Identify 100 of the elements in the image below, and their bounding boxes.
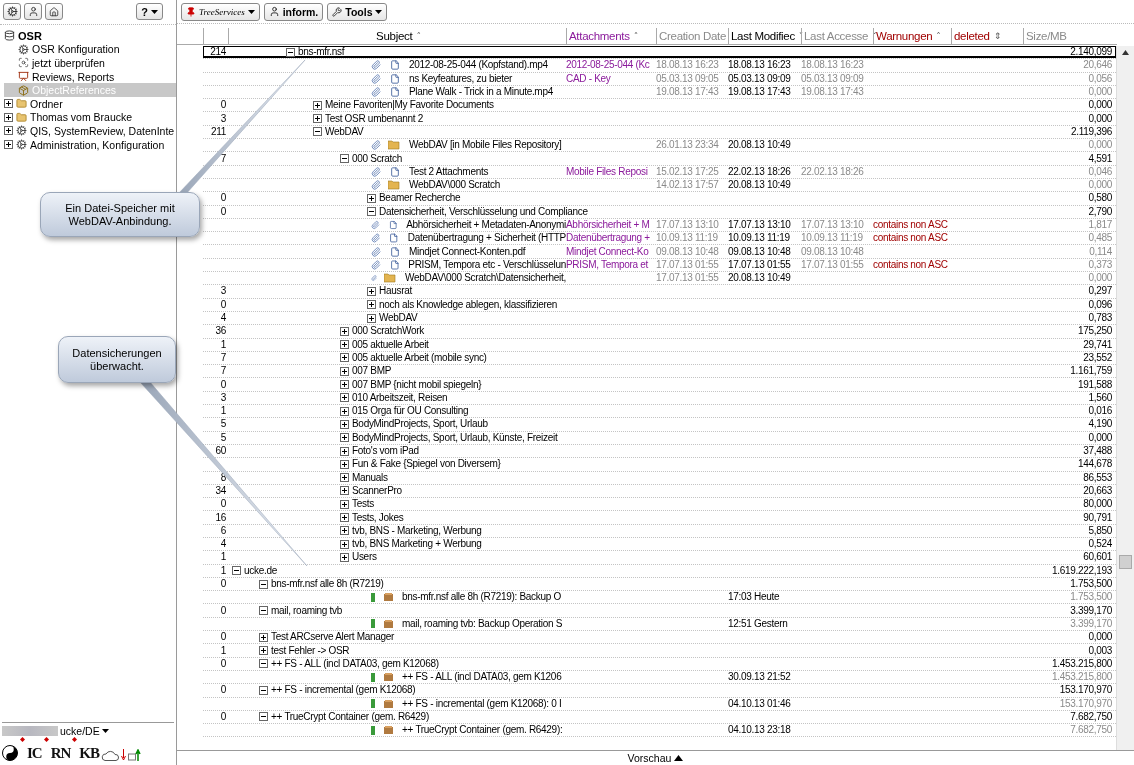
home-button[interactable]: [45, 3, 63, 20]
table-row[interactable]: 2012-08-25-044 (Kopfstand).mp4 2012-08-25-044 (Kc 18.08.13 16:23 18.08.13 16:23 18.08.13 16:23 20,646: [203, 59, 1116, 73]
sort-indicator[interactable]: ˄: [416, 31, 421, 41]
table-row[interactable]: 0 ++ FS - ALL (incl DATA03, gem K12068) 1.453.215,800: [203, 657, 1116, 671]
table-row[interactable]: WebDAV\000 Scratch\Datensicherheit, 17.07.13 01:55 20.08.13 10:49 0,000: [203, 272, 1116, 286]
expand-icon[interactable]: [367, 313, 376, 323]
table-row[interactable]: 3 Hausrat 0,297: [203, 285, 1116, 299]
collapse-icon[interactable]: [259, 712, 268, 722]
table-row[interactable]: 0 Beamer Recherche 0,580: [203, 192, 1116, 206]
table-row[interactable]: 0 Datensicherheit, Verschlüsselung und Compliance 2,790: [203, 205, 1116, 219]
expand-icon[interactable]: [340, 513, 349, 523]
table-row[interactable]: 0 ++ FS - incremental (gem K12068) 153.170,970: [203, 684, 1116, 698]
expand-icon[interactable]: [340, 446, 349, 456]
column-header[interactable]: Last Accesse: [804, 30, 869, 42]
expand-icon[interactable]: [340, 419, 349, 429]
tree-item[interactable]: Administration, Konfiguration: [4, 137, 176, 152]
tree-item[interactable]: Ordner: [4, 96, 176, 111]
preview-toggle[interactable]: Vorschau: [177, 750, 1134, 765]
expand-icon[interactable]: [340, 526, 349, 536]
table-row[interactable]: 36 000 ScratchWork 175,250: [203, 325, 1116, 339]
tree-item[interactable]: Reviews, Reports: [4, 69, 176, 84]
expand-icon[interactable]: [340, 552, 349, 562]
column-header[interactable]: Creation Date: [659, 30, 727, 42]
expand-icon[interactable]: [367, 287, 376, 296]
toolbar-button[interactable]: TreeServices: [181, 2, 260, 21]
tree-item[interactable]: OSR: [4, 29, 176, 43]
table-row[interactable]: Datenübertragung + Sicherheit (HTTPDatenübertragung + 10.09.13 11:19 10.09.13 11:19 10.09.13 11:19 contains non ASC 0,485: [203, 232, 1116, 246]
column-header[interactable]: Attachments: [569, 30, 630, 42]
user-dropdown[interactable]: ucke/DE: [60, 725, 100, 737]
column-header[interactable]: Warnungen: [876, 30, 933, 42]
table-row[interactable]: 0 noch als Knowledge ablegen, klassifizieren 0,096: [203, 298, 1116, 312]
cloud-icon[interactable]: [101, 750, 120, 761]
expand-icon[interactable]: [340, 473, 349, 483]
table-row[interactable]: 1 test Fehler -> OSR 0,003: [203, 644, 1116, 658]
collapse-icon[interactable]: [259, 659, 268, 669]
expand-icon[interactable]: [4, 112, 13, 122]
expand-icon[interactable]: [259, 632, 268, 642]
sort-indicator[interactable]: ˄: [633, 31, 639, 41]
expand-icon[interactable]: [340, 486, 349, 496]
table-row[interactable]: 3 010 Arbeitszeit, Reisen 1,560: [203, 391, 1116, 405]
expand-icon[interactable]: [340, 326, 349, 336]
expand-icon[interactable]: [4, 126, 13, 136]
down-arrow-icon[interactable]: [121, 749, 127, 761]
expand-icon[interactable]: [340, 380, 349, 390]
table-row[interactable]: 5 BodyMindProjects, Sport, Urlaub, Künste, Freizeit 0,000: [203, 431, 1116, 445]
sort-indicator[interactable]: ˅: [872, 31, 877, 41]
expand-icon[interactable]: [340, 366, 349, 376]
table-row[interactable]: 0 bns-mfr.nsf alle 8h (R7219) 1.753,500: [203, 577, 1116, 592]
status-button[interactable]: KB: [79, 746, 100, 761]
sort-indicator[interactable]: ⇕: [993, 31, 1002, 41]
table-row[interactable]: ns Keyfeatures, zu bieter CAD - Key 05.03.13 09:05 05.03.13 09:09 05.03.13 09:09 0,056: [203, 72, 1116, 86]
sort-indicator[interactable]: ˄: [936, 31, 941, 41]
collapse-icon[interactable]: [259, 685, 268, 695]
collapse-icon[interactable]: [259, 606, 268, 616]
expand-icon[interactable]: [367, 193, 376, 203]
tree-item[interactable]: OSR Konfiguration: [4, 42, 176, 57]
table-row[interactable]: mail, roaming tvb: Backup Operation S 12:51 Gestern 3.399,170: [203, 617, 1116, 632]
help-button[interactable]: ?: [136, 3, 163, 20]
table-row[interactable]: ++ FS - ALL (incl DATA03, gem K1206 30.09.13 21:52 1.453.215,800: [203, 670, 1116, 685]
table-row[interactable]: 5 BodyMindProjects, Sport, Urlaub 4,190: [203, 418, 1116, 432]
expand-icon[interactable]: [340, 459, 349, 469]
column-header[interactable]: Last Modifiec: [731, 30, 795, 42]
table-row[interactable]: 7 007 BMP 1.161,759: [203, 365, 1116, 379]
scrollbar[interactable]: [1116, 46, 1134, 750]
table-row[interactable]: 0 007 BMP {nicht mobil spiegeln} 191,588: [203, 378, 1116, 392]
settings-button[interactable]: [3, 3, 21, 20]
tree-item[interactable]: Thomas vom Braucke: [4, 110, 176, 125]
toolbar-button[interactable]: inform.: [263, 2, 324, 21]
expand-icon[interactable]: [340, 353, 349, 363]
expand-icon[interactable]: [4, 99, 13, 109]
table-row[interactable]: Mindjet Connect-Konten.pdf Mindjet Connect-Ko 09.08.13 10:48 09.08.13 10:48 09.08.13 10:48 0,114: [203, 245, 1116, 259]
yin-yang-icon[interactable]: [2, 745, 18, 761]
expand-icon[interactable]: [340, 406, 349, 416]
collapse-icon[interactable]: [367, 207, 376, 217]
table-row[interactable]: 1 015 Orga für OU Consulting 0,016: [203, 405, 1116, 419]
table-row[interactable]: 1 ucke.de 1.619.222,193: [203, 564, 1116, 578]
collapse-icon[interactable]: [232, 566, 241, 576]
column-header[interactable]: Size/MB: [1026, 30, 1067, 42]
table-row[interactable]: 0 ++ TrueCrypt Container (gem. R6429) 7.682,750: [203, 710, 1116, 725]
table-row[interactable]: 214 bns-mfr.nsf 2.140,099: [203, 46, 1116, 60]
sort-indicator[interactable]: ˅: [798, 31, 804, 41]
table-row[interactable]: ++ TrueCrypt Container (gem. R6429): 04.10.13 23:18 7.682,750: [203, 724, 1116, 738]
expand-icon[interactable]: [259, 646, 268, 655]
status-button[interactable]: RN: [50, 746, 71, 761]
user-settings-button[interactable]: [24, 3, 42, 20]
table-row[interactable]: 1 005 aktuelle Arbeit 29,741: [203, 338, 1116, 352]
scroll-thumb[interactable]: [1119, 555, 1132, 569]
collapse-icon[interactable]: [340, 154, 349, 163]
table-row[interactable]: PRISM, Tempora etc - VerschlüsselunPRISM, Tempora et 17.07.13 01:55 17.07.13 01:55 17.07.13 01:55 contains non ASC 0,373: [203, 258, 1116, 273]
expand-icon[interactable]: [313, 114, 322, 124]
expand-icon[interactable]: [340, 340, 349, 350]
table-row[interactable]: 1 Users 60,601: [203, 551, 1116, 565]
table-row[interactable]: 7 005 aktuelle Arbeit (mobile sync) 23,552: [203, 351, 1116, 366]
table-row[interactable]: 0 mail, roaming tvb 3.399,170: [203, 604, 1116, 618]
status-button[interactable]: IC: [27, 746, 42, 761]
collapse-icon[interactable]: [286, 47, 295, 57]
table-row[interactable]: 0 Test ARCserve Alert Manager 0,000: [203, 631, 1116, 645]
upload-icon[interactable]: [128, 749, 143, 761]
expand-icon[interactable]: [340, 539, 349, 549]
column-header[interactable]: deleted: [954, 30, 990, 42]
